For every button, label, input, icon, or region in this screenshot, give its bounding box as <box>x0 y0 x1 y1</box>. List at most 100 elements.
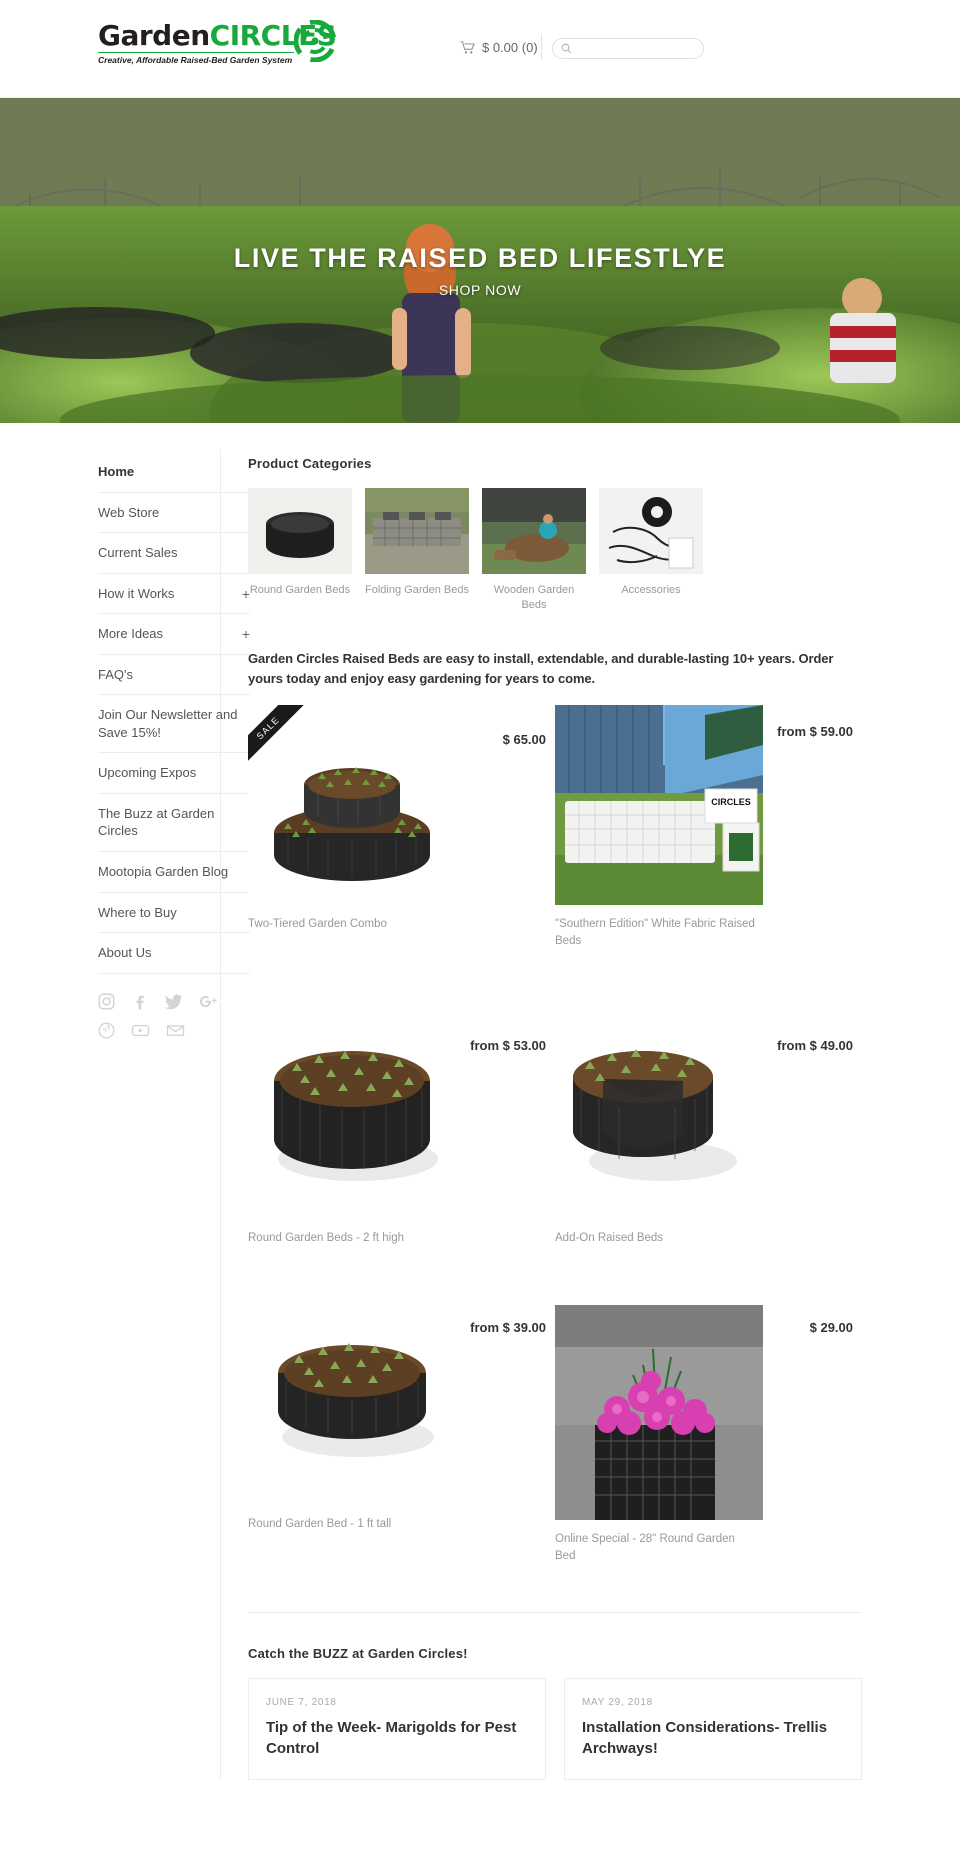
sidebar-item-more-ideas[interactable]: More Ideas + <box>98 614 250 655</box>
blog-date: JUNE 7, 2018 <box>266 1697 337 1709</box>
product-image-wrap: SALE <box>248 704 456 905</box>
category-folding-garden-beds[interactable]: Folding Garden Beds <box>365 488 469 613</box>
round-bed-1ft-image <box>248 1304 456 1480</box>
hero-shop-now-link[interactable]: SHOP NOW <box>439 282 521 298</box>
category-accessories[interactable]: Accessories <box>599 488 703 613</box>
hero-content: LIVE THE RAISED BED LIFESTLYE SHOP NOW <box>0 98 960 423</box>
facebook-icon[interactable] <box>131 993 148 1010</box>
sidebar-navigation: Home Web Store Current Sales How it Work… <box>0 457 250 1780</box>
hero-headline: LIVE THE RAISED BED LIFESTLYE <box>233 243 727 273</box>
category-thumbnail <box>599 488 703 574</box>
southern-edition-image: CIRCLES <box>555 704 763 905</box>
add-on-bed-image <box>555 1019 763 1200</box>
product-card-round-1ft[interactable]: from $ 39.00 Round Garden Bed - 1 ft tal… <box>248 1304 555 1578</box>
cart-total-label: $ 0.00 (0) <box>482 40 538 55</box>
google-plus-icon[interactable] <box>199 993 218 1010</box>
pinterest-icon[interactable] <box>98 1022 115 1039</box>
sidebar-item-where-to-buy[interactable]: Where to Buy <box>98 893 250 934</box>
circles-logo-icon <box>294 20 336 62</box>
main-content: Product Categories Round Garden Beds Fol… <box>220 449 960 1781</box>
sidebar-item-home[interactable]: Home <box>98 457 250 493</box>
site-header: GardenCIRCLES Creative, Affordable Raise… <box>0 0 960 98</box>
product-title: Round Garden Bed - 1 ft tall <box>248 1517 392 1530</box>
expand-plus-icon[interactable]: + <box>242 585 250 604</box>
search-icon <box>561 43 572 54</box>
sidebar-item-label: Web Store <box>98 504 160 520</box>
sidebar-item-about-us[interactable]: About Us <box>98 933 250 974</box>
shopping-cart-icon <box>460 41 475 54</box>
instagram-icon[interactable] <box>98 993 115 1010</box>
twitter-icon[interactable] <box>164 993 183 1010</box>
product-image-wrap <box>248 1304 456 1505</box>
sidebar-item-label: Home <box>98 464 135 479</box>
search-input[interactable] <box>572 41 695 56</box>
product-price: from $ 49.00 <box>768 1033 862 1059</box>
category-label: Accessories <box>621 584 681 596</box>
product-categories-grid: Round Garden Beds Folding Garden Beds Wo… <box>248 488 862 613</box>
sidebar-item-label: FAQ's <box>98 666 133 682</box>
category-round-garden-beds[interactable]: Round Garden Beds <box>248 488 352 613</box>
product-image-wrap <box>555 1019 763 1219</box>
round-bed-image <box>248 488 352 574</box>
sidebar-item-current-sales[interactable]: Current Sales <box>98 533 250 574</box>
cart-button[interactable]: $ 0.00 (0) <box>460 40 538 55</box>
category-label: Wooden Garden Beds <box>493 584 575 611</box>
intro-paragraph: Garden Circles Raised Beds are easy to i… <box>248 650 834 686</box>
product-image-wrap <box>248 1019 456 1219</box>
blog-card[interactable]: JUNE 7, 2018 Tip of the Week- Marigolds … <box>248 1678 546 1781</box>
product-title: Two-Tiered Garden Combo <box>248 917 387 930</box>
expand-plus-icon[interactable]: + <box>242 625 250 644</box>
header-divider <box>541 34 542 60</box>
category-thumbnail <box>365 488 469 574</box>
logo-text-garden: Garden <box>98 19 210 52</box>
sidebar-item-newsletter[interactable]: Join Our Newsletter and Save 15%! <box>98 695 250 754</box>
sidebar-item-label: Join Our Newsletter and Save 15%! <box>98 707 238 740</box>
sidebar-item-label: Where to Buy <box>98 904 177 920</box>
blog-grid: JUNE 7, 2018 Tip of the Week- Marigolds … <box>248 1678 862 1781</box>
product-card-southern-edition[interactable]: CIRCLES from $ 59.00 "Southern Edition" … <box>555 704 862 963</box>
sidebar-item-label: Mootopia Garden Blog <box>98 864 229 880</box>
product-title: Add-On Raised Beds <box>555 1232 664 1245</box>
hero-banner: LIVE THE RAISED BED LIFESTLYE SHOP NOW <box>0 98 960 423</box>
category-label: Round Garden Beds <box>249 584 351 596</box>
category-wooden-garden-beds[interactable]: Wooden Garden Beds <box>482 488 586 613</box>
sidebar-item-the-buzz[interactable]: The Buzz at Garden Circles <box>98 794 250 853</box>
sidebar-item-label: The Buzz at Garden Circles <box>98 805 215 839</box>
blog-heading: Catch the BUZZ at Garden Circles! <box>248 1646 468 1662</box>
sidebar-item-mootopia-blog[interactable]: Mootopia Garden Blog <box>98 852 250 893</box>
product-title: Online Special - 28" Round Garden Bed <box>555 1532 735 1562</box>
online-special-image <box>555 1304 763 1520</box>
page-body: Home Web Store Current Sales How it Work… <box>0 423 960 1781</box>
sidebar-item-label: Upcoming Expos <box>98 765 197 781</box>
svg-text:CIRCLES: CIRCLES <box>711 797 751 807</box>
wooden-bed-image <box>482 488 586 574</box>
sidebar-item-upcoming-expos[interactable]: Upcoming Expos <box>98 753 250 794</box>
sidebar-item-label: About Us <box>98 945 152 961</box>
sale-badge-label: SALE <box>248 704 307 767</box>
blog-card[interactable]: MAY 29, 2018 Installation Considerations… <box>564 1678 862 1781</box>
sidebar-item-faqs[interactable]: FAQ's <box>98 655 250 696</box>
product-card-two-tiered-combo[interactable]: SALE $ 65.00 Two-Tiered Garden Combo <box>248 704 555 963</box>
site-logo[interactable]: GardenCIRCLES Creative, Affordable Raise… <box>98 19 337 65</box>
product-title: Round Garden Beds - 2 ft high <box>248 1232 404 1245</box>
blog-date: MAY 29, 2018 <box>582 1697 653 1709</box>
product-card-add-on-beds[interactable]: from $ 49.00 Add-On Raised Beds <box>555 1019 862 1261</box>
search-box[interactable] <box>552 38 704 59</box>
sidebar-item-web-store[interactable]: Web Store <box>98 493 250 534</box>
product-image-wrap <box>555 1304 763 1520</box>
sale-badge: SALE <box>248 704 310 767</box>
sidebar-item-how-it-works[interactable]: How it Works + <box>98 574 250 615</box>
blog-section: Catch the BUZZ at Garden Circles! JUNE 7… <box>248 1612 862 1781</box>
category-thumbnail <box>248 488 352 574</box>
product-grid: SALE $ 65.00 Two-Tiered Garden Combo CIR… <box>248 704 862 1578</box>
email-icon[interactable] <box>166 1022 185 1039</box>
blog-post-title: Installation Considerations- Trellis Arc… <box>582 1719 828 1758</box>
product-price: from $ 59.00 <box>768 718 862 744</box>
blog-post-title: Tip of the Week- Marigolds for Pest Cont… <box>266 1719 517 1758</box>
product-card-round-2ft[interactable]: from $ 53.00 Round Garden Beds - 2 ft hi… <box>248 1019 555 1261</box>
sidebar-item-label: Current Sales <box>98 545 178 561</box>
folding-bed-image <box>365 488 469 574</box>
youtube-icon[interactable] <box>131 1022 150 1039</box>
logo-tagline: Creative, Affordable Raised-Bed Garden S… <box>98 52 294 65</box>
product-card-online-special-28[interactable]: $ 29.00 Online Special - 28" Round Garde… <box>555 1304 862 1578</box>
